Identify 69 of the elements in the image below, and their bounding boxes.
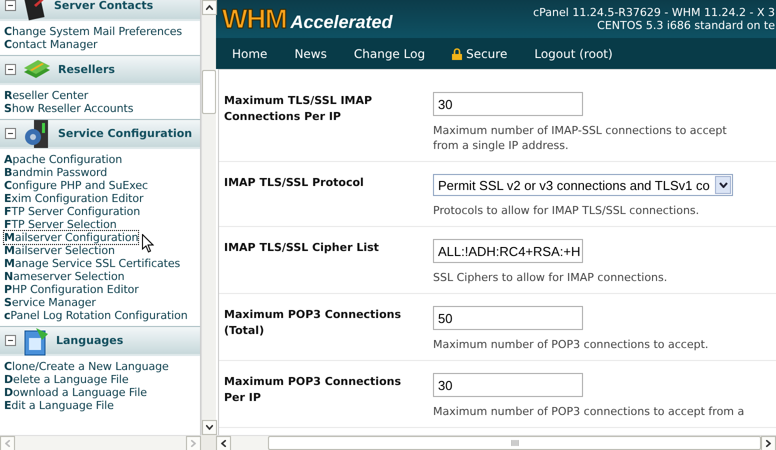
section-header[interactable]: Service Configuration	[0, 119, 200, 149]
setting-description: Maximum number of POP3 connections to accept.	[433, 337, 710, 352]
setting-label: Maximum TLS/SSL IMAP Connections Per IP	[224, 93, 374, 125]
sidebar-link[interactable]: Mailserver Configuration	[4, 231, 138, 244]
scroll-down-icon[interactable]	[202, 420, 217, 435]
sidebar-link[interactable]: Service Manager	[4, 296, 96, 309]
nav-link[interactable]: Secure	[452, 46, 508, 60]
dropdown-select[interactable]: Permit SSL v2 or v3 connections and TLSv1 co	[433, 174, 733, 196]
sidebar-link[interactable]: Mailserver Selection	[4, 244, 115, 257]
nav-link[interactable]: Change Log	[354, 46, 426, 60]
section-title: Server Contacts	[54, 0, 154, 12]
sidebar-link[interactable]: Delete a Language File	[4, 373, 129, 386]
mouse-pointer-icon	[142, 234, 154, 253]
setting-description: Maximum number of POP3 connections to accept from a	[433, 404, 746, 419]
nav-link[interactable]: News	[294, 46, 327, 60]
sidebar-link[interactable]: Clone/Create a New Language	[4, 360, 169, 373]
nav-link[interactable]: Home	[232, 46, 268, 60]
section-title: Resellers	[58, 63, 115, 76]
scrollbar-thumb[interactable]	[202, 70, 216, 114]
text-input[interactable]: 30	[433, 92, 583, 116]
sidebar-link[interactable]: Nameserver Selection	[4, 270, 124, 283]
section-title: Languages	[56, 334, 124, 347]
sidebar-link[interactable]: Show Reseller Accounts	[4, 102, 134, 115]
sidebar-link[interactable]: cPanel Log Rotation Configuration	[4, 309, 188, 322]
collapse-icon[interactable]	[5, 64, 16, 75]
scroll-up-icon[interactable]	[202, 0, 217, 15]
sidebar-link[interactable]: FTP Server Configuration	[4, 205, 140, 218]
setting-label: IMAP TLS/SSL Protocol	[224, 175, 365, 191]
collapse-icon[interactable]	[5, 335, 16, 346]
sidebar-link[interactable]: PHP Configuration Editor	[4, 283, 139, 296]
sidebar-link[interactable]: FTP Server Selection	[4, 218, 117, 231]
scrollbar-thumb[interactable]	[268, 436, 761, 450]
language-document-icon	[22, 326, 50, 356]
logo: WHM Accelerated	[222, 4, 393, 34]
section-header[interactable]: Languages	[0, 326, 200, 356]
section-title: Service Configuration	[58, 127, 192, 140]
setting-description: SSL Ciphers to allow for IMAP connections.	[433, 270, 668, 285]
vertical-scrollbar[interactable]	[201, 0, 216, 435]
sidebar-link[interactable]: Edit a Language File	[4, 399, 114, 412]
collapse-icon[interactable]	[5, 0, 16, 11]
text-input[interactable]: ALL:!ADH:RC4+RSA:+H	[433, 239, 583, 263]
sidebar-link[interactable]: Apache Configuration	[4, 153, 122, 166]
sidebar-link[interactable]: Contact Manager	[4, 38, 98, 51]
setting-label: IMAP TLS/SSL Cipher List	[224, 240, 380, 256]
setting-label: Maximum POP3 Connections (Total)	[224, 307, 402, 339]
lock-icon	[452, 48, 462, 60]
scrollbar-corner	[201, 435, 216, 450]
setting-label: Maximum POP3 Connections Per IP	[224, 374, 402, 406]
sidebar-link[interactable]: Configure PHP and SuExec	[4, 179, 148, 192]
scroll-right-icon[interactable]	[761, 436, 776, 450]
sidebar-link[interactable]: Download a Language File	[4, 386, 147, 399]
text-input[interactable]: 50	[433, 306, 583, 330]
version-text: CENTOS 5.3 i686 standard on te	[597, 19, 775, 32]
sidebar-link[interactable]: Bandmin Password	[4, 166, 108, 179]
nav-link[interactable]: Logout (root)	[534, 46, 613, 60]
nav-link-label[interactable]: Secure	[466, 46, 508, 60]
sidebar-link[interactable]: Reseller Center	[4, 89, 88, 102]
scroll-left-icon[interactable]	[216, 436, 231, 450]
version-text: cPanel 11.24.5-R37629 - WHM 11.24.2 - X 3	[533, 6, 775, 19]
section-header[interactable]: Server Contacts	[0, 0, 200, 21]
setting-description: Maximum number of IMAP-SSL connections to accept from a single IP address.	[433, 123, 728, 153]
sidebar-link[interactable]: Manage Service SSL Certificates	[4, 257, 180, 270]
horizontal-scrollbar[interactable]	[216, 435, 776, 450]
text-input[interactable]: 30	[433, 373, 583, 397]
sidebar-link[interactable]: Change System Mail Preferences	[4, 25, 182, 38]
collapse-icon[interactable]	[5, 128, 16, 139]
section-header[interactable]: Resellers	[0, 55, 200, 85]
setting-description: Protocols to allow for IMAP TLS/SSL connections.	[433, 203, 700, 218]
sidebar-link[interactable]: Exim Configuration Editor	[4, 192, 144, 205]
